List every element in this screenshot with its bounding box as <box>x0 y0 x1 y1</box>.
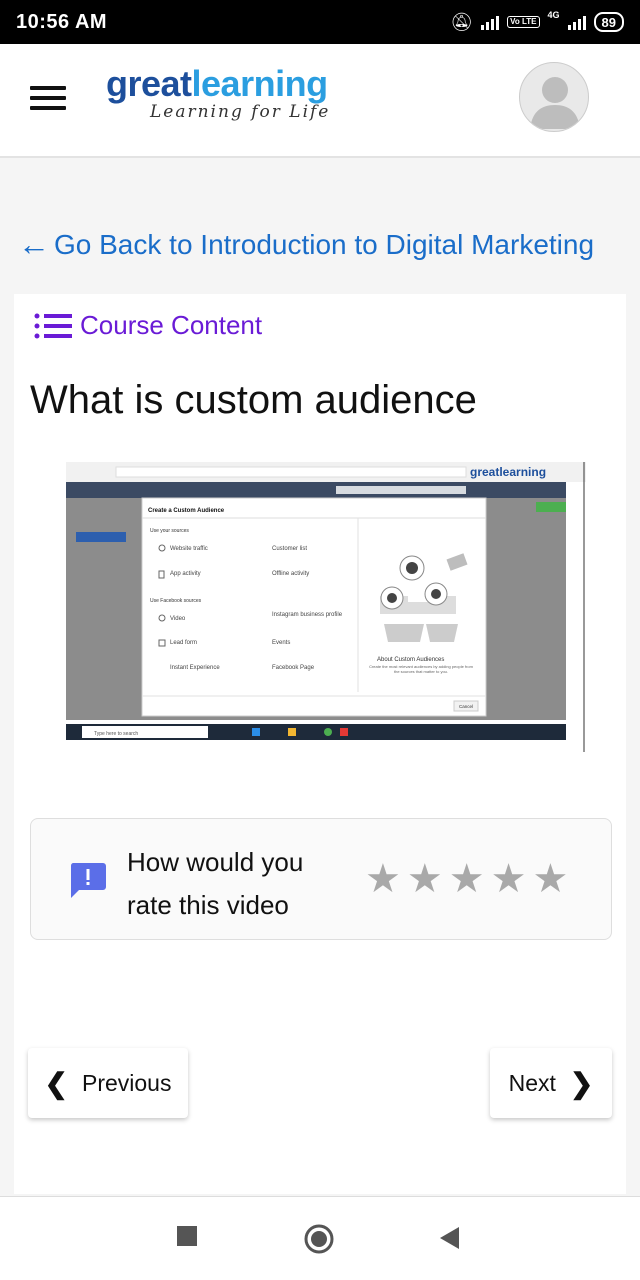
video-player[interactable]: greatlearning Create a Custom Audience U… <box>66 462 586 752</box>
rating-question: How would you rate this video <box>127 847 304 920</box>
star-icon-3[interactable]: ★ <box>449 857 485 901</box>
back-link[interactable]: ← Go Back to Introduction to Digital Mar… <box>18 226 594 263</box>
feedback-icon <box>70 863 106 898</box>
svg-text:Events: Events <box>272 640 290 646</box>
previous-button[interactable]: ❮ Previous <box>28 1048 188 1118</box>
svg-text:Website traffic: Website traffic <box>170 546 208 552</box>
section-fb-sources: Use Facebook sources <box>150 598 202 604</box>
app-header: greatlearning Learning for Life <box>0 44 640 158</box>
svg-text:Offline activity: Offline activity <box>272 571 309 577</box>
star-icon-2[interactable]: ★ <box>407 857 443 901</box>
svg-text:Customer list: Customer list <box>272 546 307 552</box>
star-icon-4[interactable]: ★ <box>491 857 527 901</box>
section-your-sources: Use your sources <box>150 528 189 534</box>
svg-text:Facebook Page: Facebook Page <box>272 665 315 671</box>
star-icon-5[interactable]: ★ <box>532 857 568 901</box>
notifications-off-icon: 🔕︎ <box>450 11 474 32</box>
greatlearning-logo[interactable]: greatlearning Learning for Life <box>106 63 331 123</box>
dialog-cancel: Cancel <box>459 704 473 709</box>
hamburger-icon[interactable] <box>30 86 66 114</box>
video-watermark: greatlearning <box>470 465 546 479</box>
logo-tagline: Learning for Life <box>150 102 331 122</box>
chevron-left-icon: ❮ <box>44 1067 68 1099</box>
volte-icon: Vo LTE <box>507 16 540 28</box>
signal-icon <box>481 14 500 30</box>
status-icons: 🔕︎ Vo LTE 4G 89 <box>450 9 624 33</box>
svg-text:Instant Experience: Instant Experience <box>170 665 220 671</box>
course-content-label: Course Content <box>80 310 263 340</box>
chevron-right-icon: ❯ <box>569 1067 594 1099</box>
video-frame: greatlearning Create a Custom Audience U… <box>66 462 586 752</box>
rating-box: How would you rate this video ★ ★ ★ ★ ★ <box>30 818 612 940</box>
status-bar: 10:56 AM 🔕︎ Vo LTE 4G 89 <box>0 0 640 44</box>
signal-icon-2 <box>567 14 586 30</box>
dialog-title: Create a Custom Audience <box>148 508 225 514</box>
lesson-card: Course Content What is custom audience g… <box>14 294 626 1194</box>
home-icon[interactable] <box>303 1223 335 1260</box>
back-icon[interactable] <box>438 1226 460 1255</box>
arrow-left-icon: ← <box>18 226 50 262</box>
taskbar-search: Type here to search <box>94 731 138 737</box>
star-rating[interactable]: ★ ★ ★ ★ ★ <box>365 857 568 901</box>
next-label: Next <box>508 1069 556 1096</box>
status-time: 10:56 AM <box>16 10 108 33</box>
svg-text:App activity: App activity <box>170 571 201 577</box>
back-link-label: Go Back to Introduction to Digital Marke… <box>54 228 595 260</box>
course-content-button[interactable]: Course Content <box>34 310 262 341</box>
system-nav-bar <box>0 1196 640 1280</box>
star-icon-1[interactable]: ★ <box>365 857 401 901</box>
logo-wordmark: greatlearning <box>106 63 328 104</box>
user-avatar-icon[interactable] <box>519 62 589 132</box>
svg-text:Lead form: Lead form <box>170 640 197 646</box>
network-type: 4G <box>547 9 560 20</box>
battery-icon: 89 <box>593 12 624 32</box>
lesson-title: What is custom audience <box>30 378 477 422</box>
about-title: About Custom Audiences <box>377 657 444 663</box>
about-text: Create the most relevant audiences by ad… <box>369 664 473 674</box>
list-icon <box>34 313 72 338</box>
svg-text:Instagram business profile: Instagram business profile <box>272 612 343 618</box>
recents-icon[interactable] <box>176 1225 198 1252</box>
svg-text:Video: Video <box>170 616 186 622</box>
previous-label: Previous <box>81 1069 172 1096</box>
next-button[interactable]: Next ❯ <box>490 1048 612 1118</box>
